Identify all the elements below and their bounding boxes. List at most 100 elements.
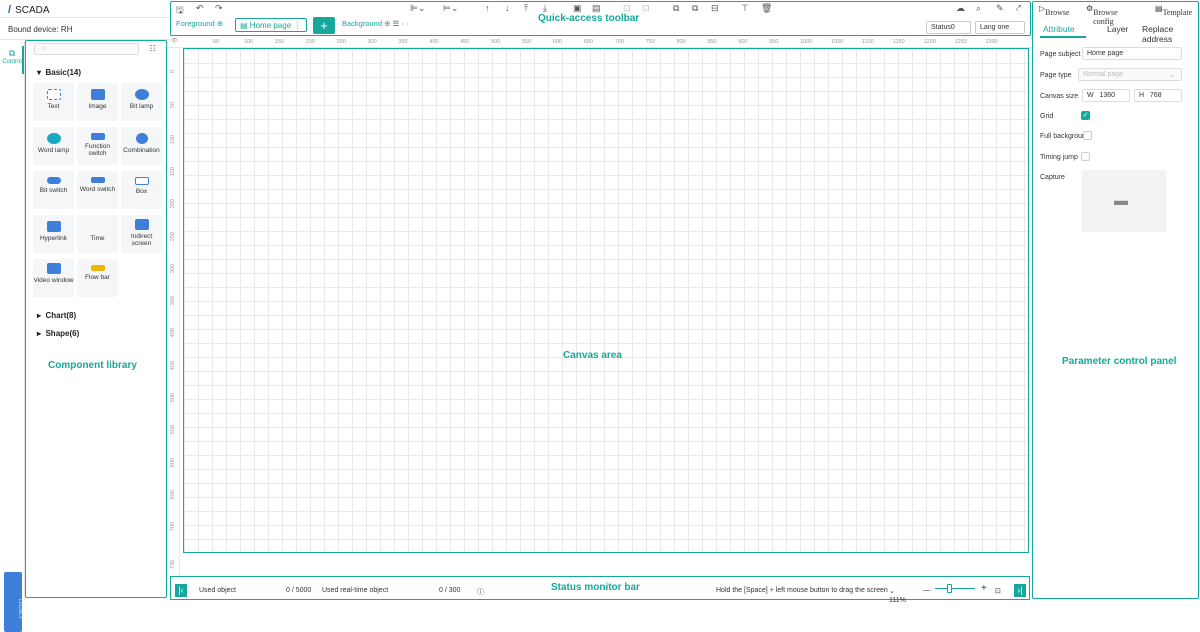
- grid-label: Grid: [1040, 113, 1054, 120]
- canvas-area[interactable]: [183, 48, 1029, 553]
- move-down-icon[interactable]: ↓: [505, 3, 510, 13]
- last-page-icon[interactable]: ›|: [1014, 584, 1026, 597]
- browse-button[interactable]: ▷ Browse: [1039, 4, 1070, 17]
- tile-function-switch[interactable]: Function switch: [77, 127, 118, 165]
- help-icon[interactable]: ⓘ: [477, 587, 484, 597]
- distribute-icon[interactable]: ⊨⌄: [443, 3, 458, 14]
- chevron-down-icon: ⌄: [1169, 72, 1175, 79]
- undo-icon[interactable]: ↶: [196, 3, 204, 14]
- browse-config-button[interactable]: ⚙ Browse config: [1086, 4, 1118, 26]
- eye-icon[interactable]: 👁: [171, 38, 178, 44]
- tab-attribute[interactable]: Attribute: [1043, 24, 1075, 34]
- filter-icon[interactable]: ☷: [149, 44, 156, 53]
- ruler-tick-label: 1100: [861, 39, 874, 45]
- ruler-tick-label: 150: [170, 166, 176, 177]
- move-up-icon[interactable]: ↑: [485, 3, 490, 13]
- delete-icon[interactable]: 🗑: [761, 3, 772, 14]
- group-shape[interactable]: ▸ Shape(6): [37, 329, 79, 338]
- tile-word-switch[interactable]: Word switch: [77, 171, 118, 209]
- zoom-in-icon[interactable]: +: [981, 583, 987, 594]
- used-realtime-label: Used real-time object: [322, 587, 389, 594]
- video-icon: [46, 263, 61, 274]
- bit-switch-icon: [46, 177, 61, 184]
- tile-time[interactable]: Time: [77, 215, 118, 253]
- zoom-slider[interactable]: [935, 588, 975, 589]
- page-subject-input[interactable]: Home page: [1082, 47, 1182, 60]
- tile-image[interactable]: Image: [77, 83, 118, 121]
- edit-icon[interactable]: ✎: [996, 3, 1004, 14]
- tile-video-window[interactable]: Video window: [33, 259, 74, 297]
- background-tab[interactable]: Background ⊕ ☰ ‹ ›: [342, 19, 408, 28]
- unlock-icon[interactable]: ⊡: [642, 3, 650, 14]
- grid-checkbox[interactable]: ✓: [1081, 111, 1090, 120]
- page-type-select[interactable]: Normal page ⌄: [1078, 68, 1182, 81]
- template-button[interactable]: ▤ Template: [1155, 4, 1192, 17]
- redo-icon[interactable]: ↷: [215, 3, 223, 14]
- tile-box[interactable]: Box: [121, 171, 162, 209]
- tile-hyperlink[interactable]: Hyperlink: [33, 215, 74, 253]
- box-icon: [134, 177, 149, 185]
- save-icon[interactable]: 🖫: [176, 3, 184, 19]
- home-page-tab[interactable]: ▤ Home page ⋮: [235, 18, 307, 32]
- legacy-badge[interactable]: LEGACY: [4, 572, 22, 632]
- group-basic[interactable]: ▾ Basic(14): [37, 68, 81, 77]
- foreground-tab[interactable]: Foreground ⊕: [176, 19, 223, 28]
- first-page-icon[interactable]: |‹: [175, 584, 187, 597]
- height-input[interactable]: H 768: [1134, 89, 1182, 102]
- background-label: Background: [342, 19, 383, 28]
- tile-indirect-screen[interactable]: Indirect screen: [121, 215, 162, 253]
- paste-icon[interactable]: ⧉: [692, 3, 698, 14]
- timing-jump-checkbox[interactable]: [1081, 152, 1090, 161]
- next-icon[interactable]: ›: [406, 19, 409, 28]
- home-tab-label: Home page: [249, 21, 292, 30]
- tile-bit-lamp[interactable]: Bit lamp: [121, 83, 162, 121]
- tile-word-lamp[interactable]: Word lamp: [33, 127, 74, 165]
- tile-flow-bar[interactable]: Flow bar: [77, 259, 118, 297]
- zoom-level[interactable]: 111% ⌄: [889, 587, 906, 604]
- export-icon[interactable]: ⤤: [1016, 3, 1021, 14]
- used-object-count: 0 / 5000: [286, 587, 312, 594]
- rail-tab-control[interactable]: ⧉ Control: [2, 46, 24, 74]
- copy-icon[interactable]: ⧉: [673, 3, 679, 14]
- move-top-icon[interactable]: ⤒: [524, 3, 528, 14]
- ruler-tick-label: 50: [213, 39, 220, 45]
- ruler-tick-label: 1300: [985, 39, 998, 45]
- ruler-tick-label: 650: [583, 39, 593, 45]
- tab-layer[interactable]: Layer: [1107, 24, 1128, 34]
- list-icon[interactable]: ☰: [393, 19, 400, 28]
- duplicate-icon[interactable]: ⊟: [711, 3, 719, 14]
- tile-combination[interactable]: Combination: [121, 127, 162, 165]
- tab-replace-address[interactable]: Replace address: [1142, 24, 1200, 44]
- left-rail: ⧉ Control LEGACY: [0, 40, 25, 632]
- zoom-icon[interactable]: ⌕: [976, 3, 981, 14]
- ruler-left: 0 50 100 150 200 250 300 350 400 450 500 550 600 650 7…: [168, 48, 180, 576]
- w-label: W: [1087, 92, 1094, 99]
- tile-bit-switch[interactable]: Bit switch: [33, 171, 74, 209]
- ruler-tick-label: 500: [491, 39, 501, 45]
- text-tool-icon[interactable]: ⊤: [741, 3, 749, 14]
- tile-label: Bit lamp: [129, 103, 154, 110]
- width-input[interactable]: W 1360: [1082, 89, 1130, 102]
- ruler-tick-label: 1050: [831, 39, 844, 45]
- cloud-icon[interactable]: ☁: [956, 3, 965, 14]
- more-icon[interactable]: ⋮: [293, 21, 301, 30]
- fit-screen-icon[interactable]: ⊡: [995, 587, 1001, 595]
- used-object-label: Used object: [199, 587, 236, 594]
- capture-preview[interactable]: ▬: [1082, 170, 1166, 232]
- prev-icon[interactable]: ‹: [401, 19, 404, 28]
- full-background-checkbox[interactable]: [1083, 131, 1092, 140]
- lang-select[interactable]: Lang one: [975, 21, 1025, 34]
- zoom-slider-thumb[interactable]: [947, 584, 952, 593]
- align-icon[interactable]: ⊫⌄: [410, 3, 425, 14]
- text-icon: [46, 89, 61, 100]
- ruler-tick-label: 650: [170, 489, 176, 500]
- ruler-tick-label: 1200: [923, 39, 936, 45]
- group-chart[interactable]: ▸ Chart(8): [37, 311, 76, 320]
- ruler-tick-label: 700: [170, 522, 176, 532]
- tile-text[interactable]: Text: [33, 83, 74, 121]
- zoom-out-icon[interactable]: —: [923, 587, 930, 594]
- logo-icon: /: [8, 4, 12, 16]
- status-select[interactable]: Status0: [926, 21, 971, 34]
- add-page-button[interactable]: +: [313, 17, 335, 34]
- search-input[interactable]: [34, 43, 139, 55]
